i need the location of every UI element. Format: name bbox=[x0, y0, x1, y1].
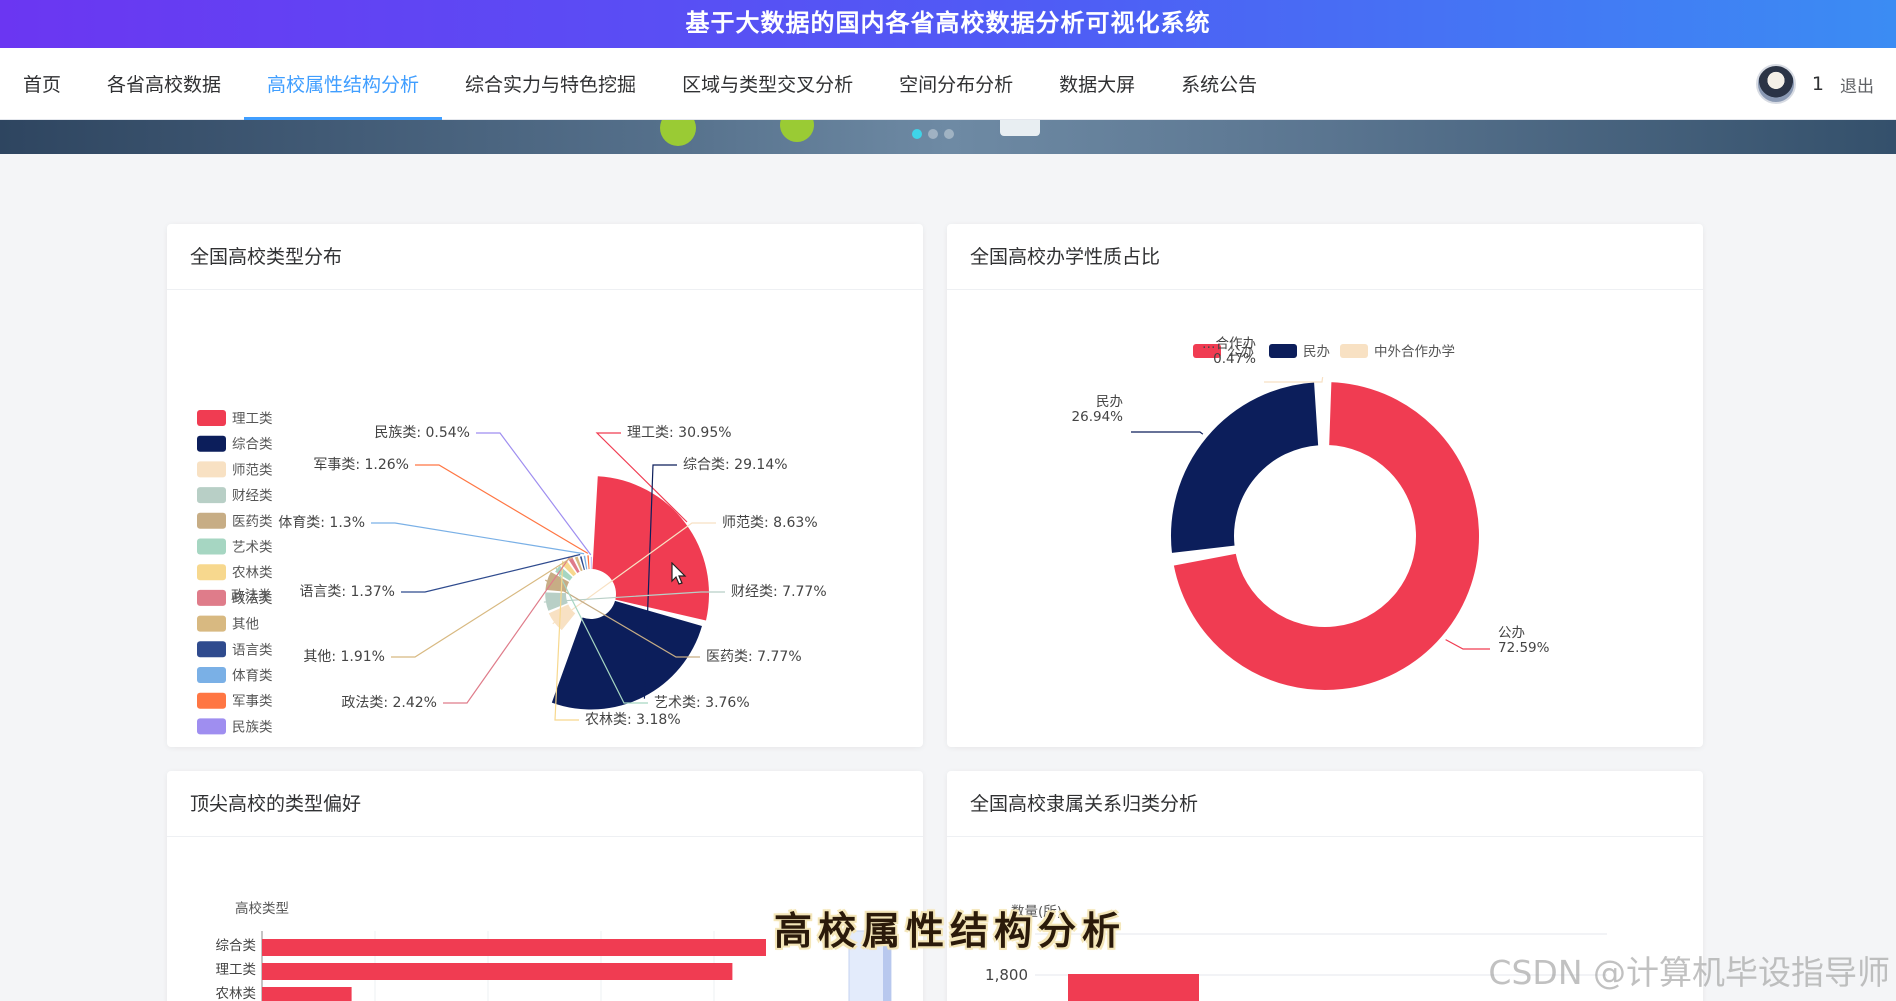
pie-label: 军事类: 1.26% bbox=[313, 457, 409, 473]
legend-swatch bbox=[197, 692, 226, 709]
legend-swatch bbox=[197, 718, 226, 735]
nav-item[interactable]: 空间分布分析 bbox=[876, 48, 1036, 119]
pie-label: 医药类: 7.77% bbox=[706, 649, 802, 665]
top-preference-card: 顶尖高校的类型偏好 高校类型 综合类 理工类 农林类 bbox=[167, 771, 923, 1001]
bar bbox=[1068, 974, 1199, 1001]
username: 1 bbox=[1811, 73, 1824, 95]
pie-label: 其他: 1.91% bbox=[303, 649, 385, 665]
donut-label-pct: 72.59% bbox=[1498, 640, 1550, 656]
legend-swatch bbox=[197, 435, 226, 452]
pie-label: 理工类: 30.95% bbox=[627, 425, 732, 441]
type-distribution-card: 全国高校类型分布 理工类 综合类 师范类 财经类 医药类 艺术类 农林类 政法类 其他 语言类 体育… bbox=[167, 224, 923, 747]
legend-label: 师范类 bbox=[232, 462, 273, 478]
legend-swatch bbox=[197, 512, 226, 529]
pie-label: 体育类: 1.3% bbox=[278, 515, 365, 531]
nature-ratio-card: 全国高校办学性质占比 公办 民办 中外合作办学 公办 72.59% 民办 26.94% …合作… bbox=[947, 224, 1703, 747]
type-distribution-chart: 理工类综合类师范类财经类医药类艺术类农林类政法类其他语言类体育类军事类民族类 理工… bbox=[197, 410, 827, 735]
pie-label: 师范类: 8.63% bbox=[722, 514, 818, 531]
banner-decoration bbox=[660, 120, 696, 146]
pie-label: 语言类: 1.37% bbox=[299, 584, 395, 600]
top-preference-chart: 高校类型综合类理工类农林类 bbox=[216, 900, 892, 1001]
legend-label: 农林类 bbox=[232, 565, 273, 581]
bar bbox=[262, 939, 766, 956]
legend-label: 军事类 bbox=[232, 694, 273, 710]
pie-label-line bbox=[476, 432, 592, 556]
logout-button[interactable]: 退出 bbox=[1840, 72, 1874, 97]
pie-label: 艺术类: 3.76% bbox=[654, 695, 750, 711]
nature-ratio-chart: 公办 民办 中外合作办学公办72.59%民办26.94%…合作办0.47% bbox=[1072, 336, 1550, 692]
banner-carousel[interactable] bbox=[0, 120, 1896, 154]
donut-label-line bbox=[1445, 639, 1490, 650]
nav-item[interactable]: 综合实力与特色挖掘 bbox=[442, 48, 659, 119]
legend-label: 财经类 bbox=[232, 488, 273, 504]
watermark: CSDN @计算机毕设指导师 bbox=[1488, 953, 1890, 992]
legend-label: 医药类 bbox=[232, 514, 273, 530]
legend-swatch bbox=[197, 589, 226, 606]
axis-label: 高校类型 bbox=[235, 900, 289, 917]
category-label: 综合类 bbox=[216, 938, 257, 954]
category-label: 理工类 bbox=[216, 962, 257, 978]
legend-swatch bbox=[1340, 344, 1368, 358]
legend-label: 语言类 bbox=[232, 642, 273, 658]
legend-label: 体育类 bbox=[232, 668, 273, 684]
pie-slice bbox=[590, 556, 592, 570]
legend-swatch bbox=[197, 461, 226, 478]
pie-slice bbox=[551, 600, 702, 710]
pie-slice bbox=[587, 555, 590, 570]
donut-label-name: 民办 bbox=[1096, 394, 1123, 410]
video-subtitle: 高校属性结构分析 bbox=[774, 908, 1127, 953]
legend-swatch bbox=[197, 538, 226, 555]
legend-swatch bbox=[197, 487, 226, 504]
banner-decoration bbox=[780, 120, 814, 142]
banner-decoration bbox=[1000, 120, 1040, 136]
pie-slice bbox=[592, 476, 710, 621]
user-area: 1 退出 bbox=[1755, 48, 1874, 120]
pie-label: 综合类: 29.14% bbox=[683, 457, 788, 473]
carousel-indicator[interactable] bbox=[912, 129, 922, 139]
legend-label: 艺术类 bbox=[232, 540, 273, 556]
legend-label: 综合类 bbox=[232, 437, 273, 453]
main-nav: 首页 各省高校数据 高校属性结构分析 综合实力与特色挖掘 区域与类型交叉分析 空间分布分析… bbox=[0, 48, 1896, 120]
bar bbox=[262, 963, 733, 980]
category-label: 农林类 bbox=[216, 986, 257, 1001]
legend-label: 民族类 bbox=[232, 719, 273, 735]
donut-slice bbox=[1169, 380, 1321, 556]
legend-swatch bbox=[1269, 344, 1297, 358]
legend-label: 中外合作办学 bbox=[1374, 344, 1455, 360]
nav-item[interactable]: 首页 bbox=[0, 48, 84, 119]
legend-label-overlap: 政法类 bbox=[231, 588, 272, 604]
pie-label: 民族类: 0.54% bbox=[374, 425, 470, 441]
pie-label: 政法类: 2.42% bbox=[341, 695, 437, 711]
nav-item[interactable]: 数据大屏 bbox=[1036, 48, 1158, 119]
mouse-cursor-icon bbox=[671, 562, 687, 585]
nav-item[interactable]: 区域与类型交叉分析 bbox=[659, 48, 876, 119]
legend-label: 民办 bbox=[1303, 344, 1330, 360]
donut-label-name: …合作办 bbox=[1202, 336, 1256, 352]
donut-label-pct: 26.94% bbox=[1072, 409, 1124, 425]
legend-label: 理工类 bbox=[232, 411, 273, 427]
legend-swatch bbox=[197, 667, 226, 683]
legend-swatch bbox=[197, 641, 226, 658]
legend-swatch bbox=[197, 615, 226, 632]
avatar[interactable] bbox=[1755, 64, 1796, 104]
nav-item[interactable]: 高校属性结构分析 bbox=[244, 48, 443, 120]
pie-label: 农林类: 3.18% bbox=[585, 712, 681, 728]
carousel-indicator[interactable] bbox=[928, 129, 938, 139]
tick-label: 1,800 bbox=[985, 966, 1028, 984]
donut-label-name: 公办 bbox=[1498, 625, 1525, 641]
carousel-indicator[interactable] bbox=[944, 129, 954, 139]
legend-swatch bbox=[197, 410, 226, 426]
nav-item[interactable]: 各省高校数据 bbox=[84, 48, 244, 119]
pie-label: 财经类: 7.77% bbox=[731, 584, 827, 600]
donut-label-line bbox=[1131, 431, 1204, 435]
bar bbox=[262, 987, 352, 1001]
nav-item[interactable]: 系统公告 bbox=[1158, 48, 1280, 119]
legend-swatch bbox=[197, 564, 226, 581]
pie-label-line bbox=[371, 522, 585, 555]
app-title: 基于大数据的国内各省高校数据分析可视化系统 bbox=[0, 0, 1896, 48]
donut-label-pct: 0.47% bbox=[1213, 351, 1256, 367]
legend-label: 其他 bbox=[232, 617, 259, 633]
